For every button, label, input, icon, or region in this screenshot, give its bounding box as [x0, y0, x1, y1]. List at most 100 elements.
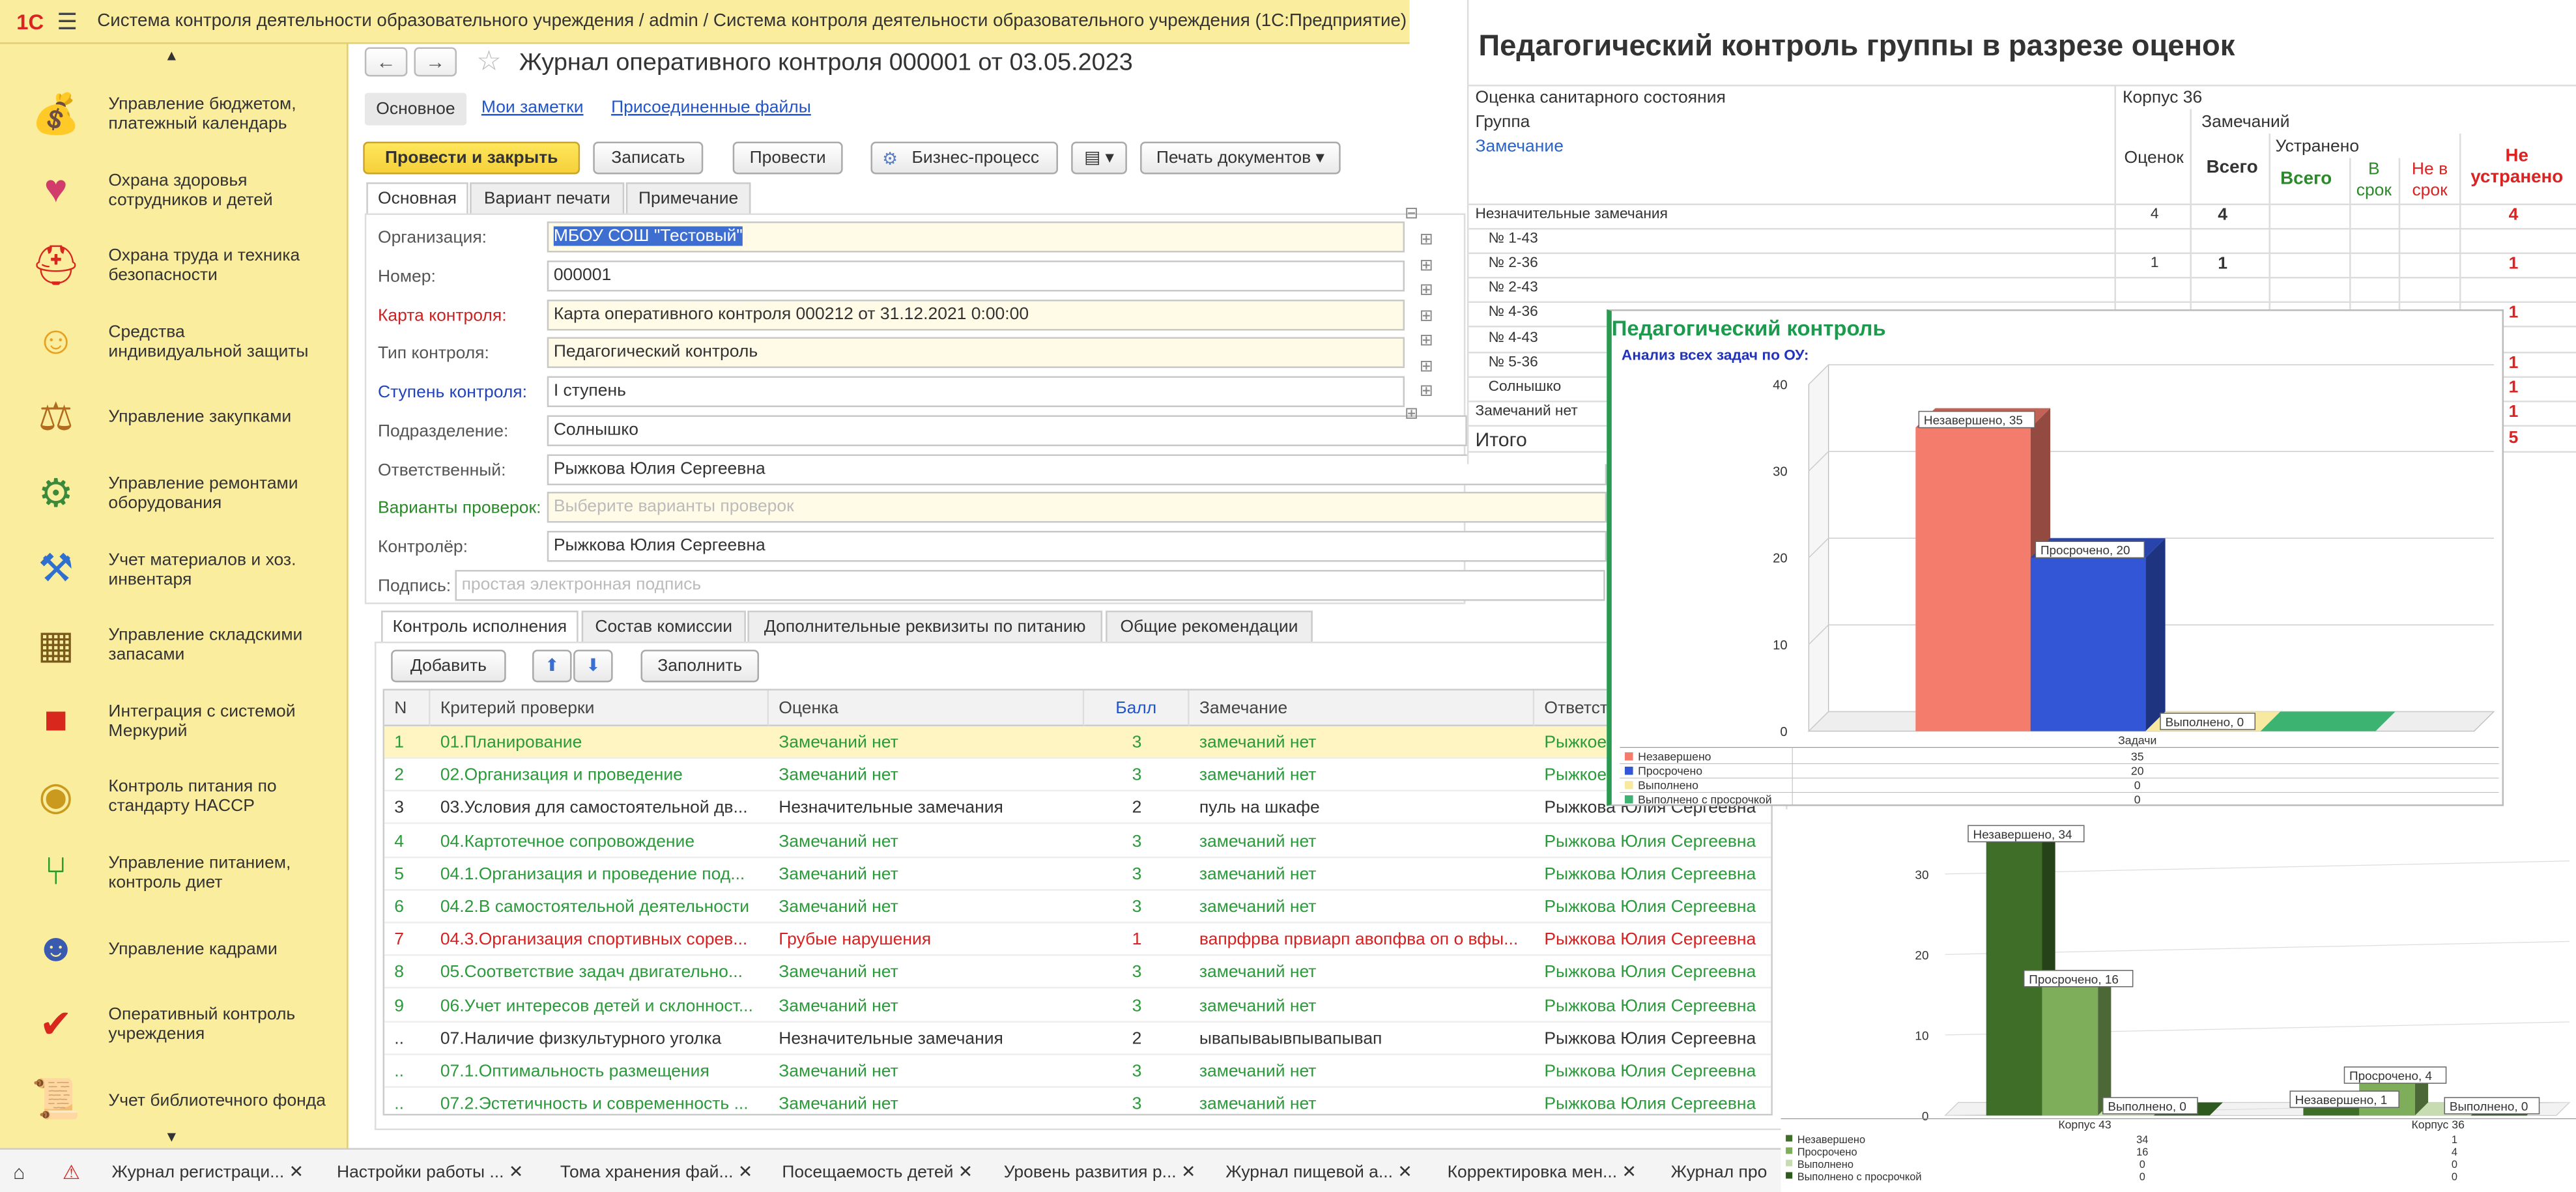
home-icon[interactable]: ⌂	[13, 1158, 25, 1187]
sidebar-item-7[interactable]: ⚒ Учет материалов и хоз. инвентаря	[0, 532, 349, 606]
sidebar-item-4[interactable]: ☺ Средства индивидуальной защиты	[0, 304, 349, 379]
cell-criterion: 04.2.В самостоятельной деятельности	[440, 897, 750, 917]
close-icon[interactable]: ✕	[734, 1163, 752, 1182]
close-icon[interactable]: ✕	[284, 1163, 304, 1182]
collapse-icon[interactable]: ⊟	[1405, 205, 1418, 223]
sidebar-item-2[interactable]: ♥ Охрана здоровья сотрудников и детей	[0, 152, 349, 227]
sidebar-item-8[interactable]: ▦ Управление складскими запасами	[0, 608, 349, 683]
table-row[interactable]: .. 07.1.Оптимальность размещения Замечаний…	[384, 1055, 1771, 1088]
form-tab-print-variant[interactable]: Вариант печати	[470, 182, 625, 214]
tab-main[interactable]: Основное	[364, 92, 467, 126]
table-row[interactable]: 6 04.2.В самостоятельной деятельности Заме…	[384, 891, 1771, 924]
move-down-button[interactable]: ⬇	[573, 649, 613, 683]
col-header-n[interactable]: N	[384, 690, 431, 726]
post-button[interactable]: Провести	[732, 141, 843, 175]
table-row[interactable]: 3 03.Условия для самостоятельной дв... Нез…	[384, 792, 1771, 825]
sidebar-item-10[interactable]: ◉ Контроль питания по стандарту HACCP	[0, 759, 349, 834]
resp-field[interactable]: Рыжкова Юлия Сергеевна	[547, 454, 1607, 485]
card-field[interactable]: Карта оперативного контроля 000212 от 31…	[547, 300, 1405, 331]
business-process-button[interactable]: ⚙ Бизнес-процесс	[870, 141, 1058, 175]
print-documents-button[interactable]: Печать документов ▾	[1140, 141, 1341, 175]
report-cell-grades: 4	[2150, 205, 2159, 221]
back-button[interactable]: ←	[364, 47, 408, 77]
table-row[interactable]: 1 01.Планирование Замечаний нет 3 замечаний …	[384, 726, 1771, 759]
favorite-star-icon[interactable]: ☆	[476, 46, 501, 78]
scroll-icon: 📜	[31, 1078, 81, 1123]
controller-field[interactable]: Рыжкова Юлия Сергеевна	[547, 531, 1607, 562]
number-field[interactable]: 000001	[547, 261, 1405, 292]
sidebar-item-6[interactable]: ⚙ Управление ремонтами оборудования	[0, 456, 349, 531]
cell-n: 7	[394, 929, 404, 950]
forward-button[interactable]: →	[414, 47, 457, 77]
add-row-button[interactable]: Добавить	[391, 649, 506, 683]
dept-field[interactable]: Солнышко	[547, 415, 1467, 446]
step-field[interactable]: I ступень	[547, 376, 1405, 407]
tab-attachments[interactable]: Присоединенные файлы	[611, 98, 811, 117]
open-window-tab[interactable]: Посещаемость детей ✕	[782, 1158, 973, 1187]
expand-row-icon[interactable]: ⊞	[1405, 406, 1418, 424]
org-field[interactable]: МБОУ СОШ "Тестовый"	[547, 221, 1405, 253]
sidebar-item-5[interactable]: ⚖ Управление закупками	[0, 380, 349, 455]
open-window-tab[interactable]: Журнал регистраци... ✕	[111, 1158, 303, 1187]
chart2-bar-0-1	[2042, 986, 2098, 1116]
col-header-criterion[interactable]: Критерий проверки	[430, 690, 769, 726]
fill-button[interactable]: Заполнить	[640, 649, 760, 683]
report-cell-label: Замечаний нет	[1475, 402, 1578, 419]
attach-dropdown-button[interactable]: ▤ ▾	[1071, 141, 1127, 175]
report-cell-total: 4	[2218, 205, 2228, 225]
open-window-tab[interactable]: Уровень развития р... ✕	[1004, 1158, 1195, 1187]
form-tab-note[interactable]: Примечание	[625, 182, 751, 214]
variants-field[interactable]: Выберите варианты проверок	[547, 492, 1607, 523]
table-row[interactable]: .. 07.2.Эстетичность и современность ... З…	[384, 1088, 1771, 1114]
open-window-tab[interactable]: Настройки работы ... ✕	[337, 1158, 523, 1187]
post-and-close-button[interactable]: Провести и закрыть	[363, 141, 580, 175]
lower-tab-control[interactable]: Контроль исполнения	[381, 610, 579, 642]
warning-icon[interactable]: ⚠	[63, 1158, 80, 1187]
sidebar-item-9[interactable]: ■ Интеграция с системой Меркурий	[0, 683, 349, 758]
table-row[interactable]: .. 07.Наличие физкультурного уголка Незнач…	[384, 1022, 1771, 1055]
sidebar-item-1[interactable]: 💰 Управление бюджетом, платежный календар…	[0, 77, 349, 152]
table-row[interactable]: 5 04.1.Организация и проведение под... Зам…	[384, 858, 1771, 890]
move-up-button[interactable]: ⬆	[532, 649, 572, 683]
tab-notes[interactable]: Мои заметки	[481, 98, 584, 117]
sidebar-item-14[interactable]: 📜 Учет библиотечного фонда	[0, 1063, 349, 1138]
controller-label: Контролёр:	[377, 537, 468, 557]
table-row[interactable]: 8 05.Соответствие задач двигательно... Зам…	[384, 956, 1771, 989]
open-window-tab[interactable]: Корректировка мен... ✕	[1448, 1158, 1637, 1187]
lower-tab-recommendations[interactable]: Общие рекомендации	[1106, 610, 1313, 642]
sign-field[interactable]: простая электронная подпись	[455, 570, 1605, 601]
scroll-down-arrow[interactable]: ▼	[164, 1129, 179, 1145]
close-icon[interactable]: ✕	[1393, 1163, 1412, 1182]
sidebar-item-3[interactable]: ⛑ Охрана труда и техника безопасности	[0, 228, 349, 303]
save-button[interactable]: Записать	[593, 141, 704, 175]
table-row[interactable]: 4 04.Картотечное сопровождение Замечаний н…	[384, 825, 1771, 858]
open-window-tab[interactable]: Тома хранения фай... ✕	[560, 1158, 752, 1187]
type-field[interactable]: Педагогический контроль	[547, 337, 1405, 368]
col-header-score[interactable]: Балл	[1084, 690, 1190, 726]
open-window-tab[interactable]: Журнал пищевой а... ✕	[1225, 1158, 1412, 1187]
expand-icons[interactable]: ⊞ ⊞ ⊞ ⊞ ⊞ ⊞ ⊞	[1420, 228, 1436, 404]
form-tab-main[interactable]: Основная	[366, 182, 468, 214]
cutlery-icon: ⑂	[44, 850, 68, 894]
lower-tab-food-props[interactable]: Дополнительные реквизиты по питанию	[747, 610, 1103, 642]
sidebar-item-12[interactable]: ☻ Управление кадрами	[0, 911, 349, 986]
cell-score: 2	[1132, 798, 1142, 818]
scroll-up-arrow[interactable]: ▲	[164, 48, 179, 64]
lower-tab-commission[interactable]: Состав комиссии	[581, 610, 746, 642]
col-header-remark[interactable]: Замечание	[1189, 690, 1535, 726]
col-header-grade[interactable]: Оценка	[769, 690, 1085, 726]
table-row[interactable]: 2 02.Организация и проведение Замечаний не…	[384, 759, 1771, 792]
cell-criterion: 07.Наличие физкультурного уголка	[440, 1029, 722, 1049]
table-row[interactable]: 7 04.3.Организация спортивных сорев... Гру…	[384, 924, 1771, 956]
table-row[interactable]: 9 06.Учет интересов детей и склонност... З…	[384, 989, 1771, 1022]
sidebar-item-13[interactable]: ✔ Оперативный контроль учреждения	[0, 987, 349, 1062]
close-icon[interactable]: ✕	[953, 1163, 973, 1182]
sidebar-item-label: Управление закупками	[108, 407, 292, 427]
sidebar-item-11[interactable]: ⑂ Управление питанием, контроль диет	[0, 836, 349, 911]
close-icon[interactable]: ✕	[1177, 1163, 1196, 1182]
close-icon[interactable]: ✕	[504, 1163, 523, 1182]
open-window-tab[interactable]: Журнал про	[1671, 1158, 1767, 1187]
main-menu-icon[interactable]: ☰	[57, 7, 78, 35]
close-icon[interactable]: ✕	[1617, 1163, 1636, 1182]
cell-grade: Грубые нарушения	[779, 929, 932, 950]
